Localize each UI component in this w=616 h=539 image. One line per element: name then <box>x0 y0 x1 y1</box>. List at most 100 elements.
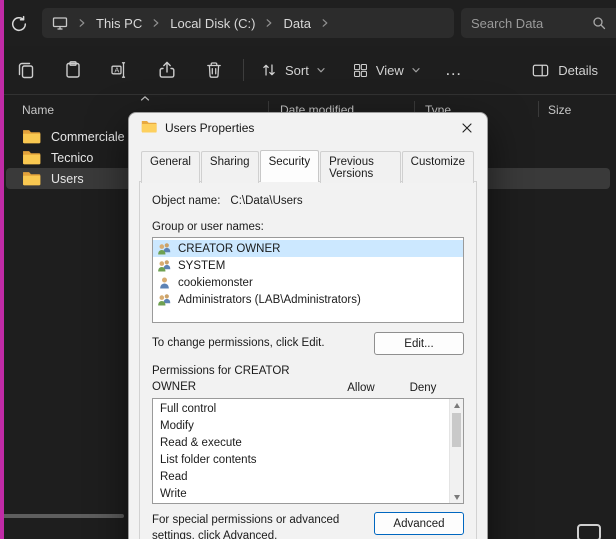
group-icon <box>157 293 172 306</box>
refresh-icon <box>9 14 29 34</box>
file-name: Commerciale <box>51 130 125 144</box>
view-grid-icon <box>352 62 369 79</box>
file-name: Users <box>51 172 84 186</box>
allow-column-label: Allow <box>330 382 392 395</box>
permission-row-modify[interactable]: Modify <box>160 420 447 437</box>
toolbar-separator <box>243 59 244 81</box>
paste-button[interactable] <box>55 53 91 87</box>
column-divider <box>538 101 539 117</box>
folder-icon <box>22 171 41 186</box>
chevron-down-icon <box>316 65 326 75</box>
delete-button[interactable] <box>196 53 232 87</box>
chevron-right-icon <box>320 18 330 28</box>
group-user-listbox[interactable]: CREATOR OWNER SYSTEM cookiemonster <box>152 237 464 323</box>
permissions-list[interactable]: Full control Modify Read & execute List … <box>152 398 464 504</box>
principal-row-system[interactable]: SYSTEM <box>153 257 463 274</box>
advanced-row: For special permissions or advanced sett… <box>152 512 464 539</box>
view-label: View <box>376 63 404 78</box>
chevron-right-icon <box>77 18 87 28</box>
permissions-header: Permissions for CREATOR OWNER Allow Deny <box>152 364 464 395</box>
screen: This PC Local Disk (C:) Data A <box>0 0 616 539</box>
trash-icon <box>204 60 224 80</box>
close-button[interactable] <box>453 115 481 141</box>
breadcrumb-data[interactable]: Data <box>283 16 310 31</box>
refresh-button[interactable] <box>7 12 31 36</box>
sort-label: Sort <box>285 63 309 78</box>
permission-row-read-execute[interactable]: Read & execute <box>160 437 447 454</box>
details-pane-icon <box>531 61 550 80</box>
rename-button[interactable]: A <box>102 53 138 87</box>
tab-sharing[interactable]: Sharing <box>201 151 259 183</box>
group-user-names-label: Group or user names: <box>152 221 464 233</box>
view-button[interactable]: View <box>342 53 431 87</box>
scroll-up-icon[interactable] <box>450 399 464 411</box>
scrollbar-thumb[interactable] <box>452 413 461 447</box>
principal-row-cookiemonster[interactable]: cookiemonster <box>153 274 463 291</box>
svg-text:A: A <box>114 65 119 74</box>
column-header-size[interactable]: Size <box>548 103 571 117</box>
edit-button[interactable]: Edit... <box>374 332 464 355</box>
principal-name: CREATOR OWNER <box>178 243 280 255</box>
close-icon <box>461 122 473 134</box>
search-input[interactable] <box>471 16 586 31</box>
users-properties-dialog: Users Properties General Sharing Securit… <box>128 112 488 539</box>
copy-icon <box>16 60 36 80</box>
object-name-value: C:\Data\Users <box>230 195 302 207</box>
chevron-right-icon <box>264 18 274 28</box>
deny-column-label: Deny <box>392 382 454 395</box>
object-name-row: Object name: C:\Data\Users <box>152 195 464 207</box>
principal-row-administrators[interactable]: Administrators (LAB\Administrators) <box>153 291 463 308</box>
chevron-down-icon <box>411 65 421 75</box>
breadcrumb-this-pc[interactable]: This PC <box>96 16 142 31</box>
more-options-button[interactable]: … <box>437 53 471 87</box>
folder-icon <box>22 150 41 165</box>
share-button[interactable] <box>149 53 185 87</box>
tab-previous-versions[interactable]: Previous Versions <box>320 151 401 183</box>
permission-row-list-folder-contents[interactable]: List folder contents <box>160 454 447 471</box>
rename-icon: A <box>110 60 130 80</box>
security-tab-panel: Object name: C:\Data\Users Group or user… <box>139 181 477 539</box>
permission-row-full-control[interactable]: Full control <box>160 403 447 420</box>
this-pc-icon <box>52 15 68 31</box>
file-name: Tecnico <box>51 151 93 165</box>
vertical-scrollbar[interactable] <box>449 399 463 503</box>
address-bar[interactable]: This PC Local Disk (C:) Data <box>42 8 454 38</box>
principal-name: SYSTEM <box>178 260 225 272</box>
tab-security[interactable]: Security <box>260 150 320 182</box>
ellipsis-icon: … <box>445 60 463 80</box>
dialog-titlebar[interactable]: Users Properties <box>129 113 487 143</box>
advanced-button[interactable]: Advanced <box>374 512 464 535</box>
principal-row-creator-owner[interactable]: CREATOR OWNER <box>153 240 463 257</box>
user-icon <box>157 276 172 289</box>
search-box[interactable] <box>461 8 616 38</box>
command-toolbar: A Sort View … Details <box>0 46 616 94</box>
search-icon <box>592 16 606 30</box>
breadcrumb-local-disk[interactable]: Local Disk (C:) <box>170 16 255 31</box>
advanced-note: For special permissions or advanced sett… <box>152 512 374 539</box>
screen-edge-strip <box>0 0 4 539</box>
dialog-tabs: General Sharing Security Previous Versio… <box>129 143 487 182</box>
sort-button[interactable]: Sort <box>250 53 336 87</box>
folder-icon <box>141 120 157 136</box>
share-icon <box>157 60 177 80</box>
column-header-name[interactable]: Name <box>22 103 54 117</box>
explorer-top-bar: This PC Local Disk (C:) Data <box>0 0 616 46</box>
object-name-label: Object name: <box>152 195 220 207</box>
sort-ascending-icon <box>140 95 150 102</box>
copy-button[interactable] <box>8 53 44 87</box>
taskbar-icon[interactable] <box>577 524 601 539</box>
chevron-right-icon <box>151 18 161 28</box>
permission-row-read[interactable]: Read <box>160 471 447 488</box>
edit-note: To change permissions, click Edit. <box>152 332 325 349</box>
scroll-down-icon[interactable] <box>450 491 464 503</box>
permission-row-write[interactable]: Write <box>160 488 447 504</box>
sort-arrows-icon <box>260 61 278 79</box>
tab-customize[interactable]: Customize <box>402 151 474 183</box>
tab-general[interactable]: General <box>141 151 200 183</box>
horizontal-scrollbar[interactable] <box>2 514 124 518</box>
details-pane-button[interactable]: Details <box>521 53 608 87</box>
paste-icon <box>63 60 83 80</box>
folder-icon <box>22 129 41 144</box>
details-label: Details <box>558 63 598 78</box>
dialog-title: Users Properties <box>165 121 254 135</box>
